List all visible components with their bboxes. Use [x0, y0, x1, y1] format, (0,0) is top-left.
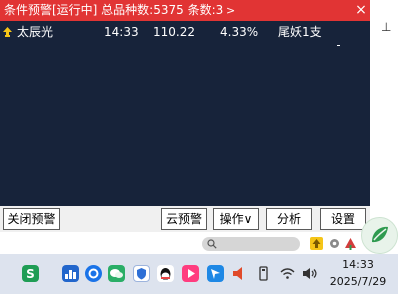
feishu-icon[interactable] — [207, 265, 224, 282]
browser-icon[interactable] — [85, 265, 102, 282]
stock-price: 110.22 — [153, 25, 195, 39]
list-marker — [337, 45, 340, 46]
app-s-icon[interactable]: S — [22, 265, 39, 282]
rising-arrow-icon — [3, 27, 12, 37]
chart-app-icon[interactable] — [62, 265, 79, 282]
wechat-icon[interactable] — [108, 265, 125, 282]
settings-button[interactable]: 设置 — [320, 208, 366, 230]
shield-icon[interactable] — [133, 265, 150, 282]
alert-condition: 尾妖1支 — [278, 25, 322, 39]
leaf-logo-icon — [372, 226, 388, 243]
background-app-edge — [370, 0, 398, 232]
change-percent: 4.33% — [220, 25, 259, 39]
operate-button[interactable]: 操作∨ — [213, 208, 259, 230]
title-bar[interactable]: 条件预警[运行中] 总品种数:5375 条数:3 > × — [0, 0, 370, 21]
rising-alert-icon[interactable] — [310, 237, 323, 250]
alert-list: 太辰光 14:33 110.22 4.33% 尾妖1支 — [0, 21, 370, 206]
taskbar-date[interactable]: 2025/7/29 — [324, 275, 392, 289]
settings-gear-icon[interactable] — [328, 237, 341, 250]
wifi-icon[interactable] — [279, 265, 296, 282]
button-bar: 关闭预警 云预警 操作∨ 分析 设置 — [0, 206, 370, 232]
close-alert-button[interactable]: 关闭预警 — [3, 208, 60, 230]
qq-icon[interactable] — [157, 265, 174, 282]
alert-time: 14:33 — [104, 25, 139, 39]
speaker-icon[interactable] — [231, 265, 248, 282]
usb-icon[interactable] — [255, 265, 272, 282]
background-app-glyph: ⊥ — [381, 20, 392, 34]
window-title: 条件预警[运行中] 总品种数:5375 条数:3 — [4, 3, 224, 17]
cloud-alert-button[interactable]: 云预警 — [161, 208, 207, 230]
stock-name: 太辰光 — [17, 25, 54, 39]
title-expand-arrow[interactable]: > — [226, 3, 235, 18]
volume-icon[interactable] — [301, 265, 318, 282]
assistant-fab[interactable] — [361, 217, 398, 254]
alert-window: 条件预警[运行中] 总品种数:5375 条数:3 > × 太辰光 14:33 1… — [0, 0, 370, 232]
alert-row[interactable]: 太辰光 14:33 110.22 4.33% 尾妖1支 — [0, 24, 370, 40]
mini-toolbar — [0, 232, 360, 254]
search-icon — [207, 239, 217, 249]
up-triangle-icon[interactable] — [344, 237, 357, 250]
svg-text:S: S — [26, 267, 35, 281]
taskbar-time[interactable]: 14:33 — [338, 258, 378, 272]
close-button[interactable]: × — [352, 1, 370, 20]
video-app-icon[interactable] — [182, 265, 199, 282]
analyze-button[interactable]: 分析 — [266, 208, 312, 230]
